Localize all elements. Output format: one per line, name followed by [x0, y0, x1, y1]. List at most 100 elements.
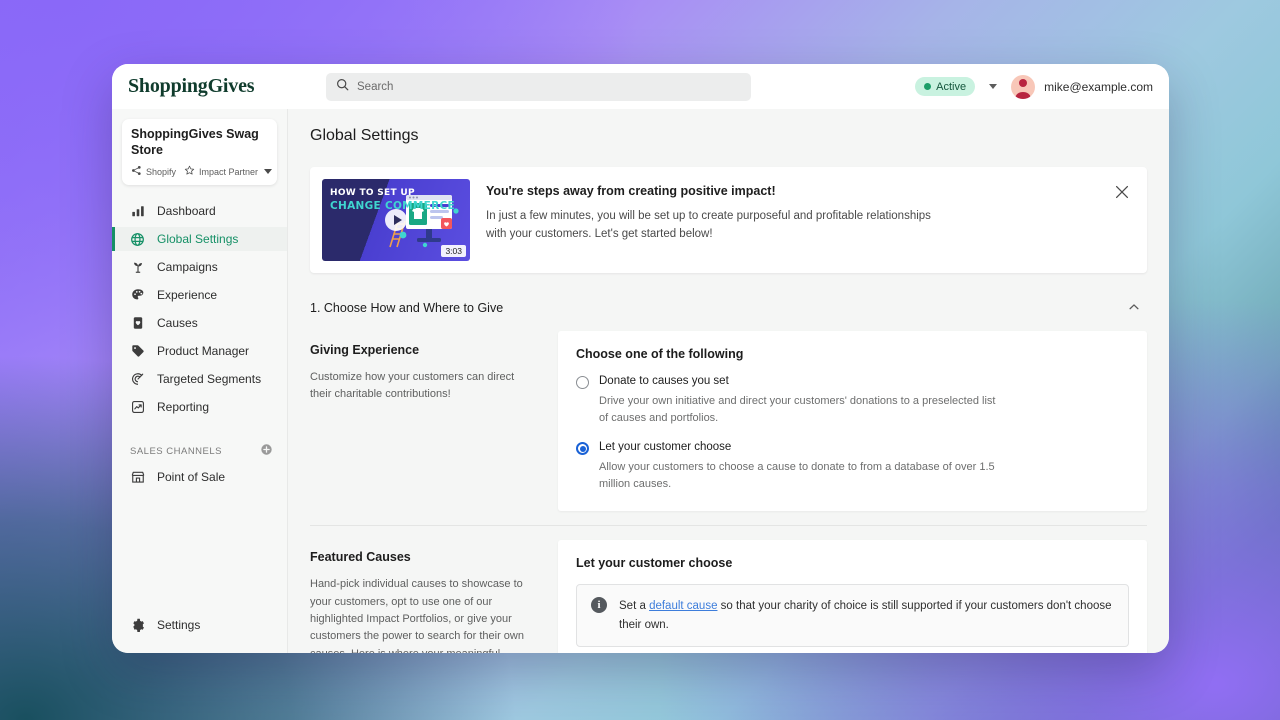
user-email: mike@example.com	[1044, 79, 1153, 94]
customer-choose-title: Let your customer choose	[576, 556, 733, 571]
search-icon	[336, 78, 349, 96]
main-content: Global Settings HOW TO SET UP CHANGE COM…	[288, 109, 1169, 653]
chevron-down-icon[interactable]	[989, 84, 998, 89]
choose-one-title: Choose one of the following	[576, 347, 744, 361]
giving-experience-title: Giving Experience	[310, 343, 420, 357]
featured-causes-title: Featured Causes	[310, 550, 411, 565]
banner-text: You're steps away from creating positive…	[486, 179, 981, 261]
section-1-header[interactable]: 1. Choose How and Where to Give	[310, 285, 1147, 331]
sidebar-item-settings[interactable]: Settings	[112, 613, 287, 637]
sidebar-item-label: Targeted Segments	[157, 372, 262, 387]
info-prefix: Set a	[619, 600, 650, 613]
app-logo[interactable]: ShoppingGives	[120, 75, 320, 98]
sidebar-nav: Dashboard Global Settings Campaigns Expe…	[112, 197, 287, 489]
gear-icon	[130, 618, 145, 633]
sidebar-item-experience[interactable]: Experience	[112, 283, 287, 307]
store-meta: Shopify Impact Partner	[131, 165, 273, 178]
target-icon	[130, 372, 145, 387]
featured-causes-description: Hand-pick individual causes to showcase …	[310, 578, 524, 653]
radio-option-donate-to-causes-you-set[interactable]: Donate to causes you set	[576, 375, 1129, 389]
sidebar-item-label: Global Settings	[157, 232, 239, 247]
sidebar-item-label: Causes	[157, 316, 198, 331]
video-duration: 3:03	[441, 245, 466, 257]
giving-experience-info: Giving Experience Customize how your cus…	[310, 331, 558, 511]
featured-causes-row: Featured Causes Hand-pick individual cau…	[310, 540, 1147, 653]
window-body: ShoppingGives Swag Store Shopify Impact …	[112, 109, 1169, 653]
store-selector-card[interactable]: ShoppingGives Swag Store Shopify Impact …	[122, 119, 277, 186]
sidebar-item-dashboard[interactable]: Dashboard	[112, 199, 287, 223]
giving-experience-description: Customize how your customers can direct …	[310, 371, 515, 401]
giving-experience-row: Giving Experience Customize how your cus…	[310, 331, 1147, 512]
radio-label: Let your customer choose	[599, 441, 732, 454]
main-inner: Global Settings HOW TO SET UP CHANGE COM…	[288, 109, 1169, 653]
onboarding-banner: HOW TO SET UP CHANGE COMMERCE 3:03 You'r…	[310, 167, 1147, 273]
sidebar-item-causes[interactable]: Causes	[112, 311, 287, 335]
status-label: Active	[936, 80, 967, 93]
price-tag-icon	[130, 344, 145, 359]
choose-one-card: Choose one of the following Donate to ca…	[558, 331, 1147, 512]
store-platform-label: Shopify	[146, 166, 177, 177]
app-window: ShoppingGives Active mike@example.com	[112, 64, 1169, 653]
sidebar-item-label: Product Manager	[157, 344, 250, 359]
status-dot-icon	[924, 83, 932, 90]
radio-description: Drive your own initiative and direct you…	[599, 395, 996, 425]
search-input[interactable]	[357, 80, 741, 93]
info-icon: i	[591, 597, 607, 614]
video-thumbnail[interactable]: HOW TO SET UP CHANGE COMMERCE 3:03	[322, 179, 470, 261]
sidebar-item-global-settings[interactable]: Global Settings	[112, 227, 287, 252]
palette-icon	[130, 288, 145, 303]
sidebar-item-targeted-segments[interactable]: Targeted Segments	[112, 367, 287, 391]
sidebar-item-label: Settings	[157, 618, 201, 632]
radio-option-let-your-customer-choose[interactable]: Let your customer choose	[576, 441, 1129, 456]
video-title-line1: HOW TO SET UP	[330, 188, 415, 198]
banner-body: In just a few minutes, you will be set u…	[486, 210, 931, 240]
sidebar-item-label: Dashboard	[157, 204, 216, 219]
chevron-up-icon[interactable]	[1127, 300, 1147, 317]
chevron-down-icon[interactable]	[264, 169, 273, 175]
store-tier: Impact Partner	[184, 165, 273, 178]
page-title: Global Settings	[310, 127, 419, 144]
top-bar: ShoppingGives Active mike@example.com	[112, 64, 1169, 109]
default-cause-info-box: i Set a default cause so that your chari…	[576, 584, 1129, 647]
play-button-icon[interactable]	[385, 209, 407, 231]
star-icon	[184, 165, 195, 178]
default-cause-link[interactable]: default cause	[649, 600, 717, 612]
sidebar: ShoppingGives Swag Store Shopify Impact …	[112, 109, 288, 653]
featured-causes-info: Featured Causes Hand-pick individual cau…	[310, 540, 558, 653]
section-1-title: 1. Choose How and Where to Give	[310, 301, 504, 315]
sprout-icon	[130, 260, 145, 275]
banner-heading: You're steps away from creating positive…	[486, 184, 776, 198]
share-nodes-icon	[131, 165, 142, 178]
add-sales-channel-icon[interactable]	[260, 443, 273, 459]
status-badge[interactable]: Active	[915, 77, 976, 96]
heart-tag-icon	[130, 316, 145, 331]
sales-channels-header: SALES CHANNELS	[112, 441, 287, 461]
sidebar-item-label: Campaigns	[157, 260, 218, 275]
sales-channels-label: SALES CHANNELS	[130, 445, 223, 457]
radio-label: Donate to causes you set	[599, 375, 729, 387]
sidebar-footer: Settings	[112, 613, 287, 653]
close-icon[interactable]	[1113, 183, 1131, 201]
radio-button[interactable]	[576, 442, 589, 456]
search-bar[interactable]	[326, 72, 751, 101]
customer-choose-card: Let your customer choose i Set a default…	[558, 540, 1147, 653]
storefront-icon	[130, 470, 145, 485]
sidebar-item-product-manager[interactable]: Product Manager	[112, 339, 287, 363]
store-platform: Shopify	[131, 165, 176, 178]
avatar	[1011, 74, 1036, 99]
sidebar-item-label: Experience	[157, 288, 218, 303]
radio-description: Allow your customers to choose a cause t…	[599, 461, 995, 491]
sidebar-item-reporting[interactable]: Reporting	[112, 395, 287, 419]
sidebar-item-label: Point of Sale	[157, 470, 226, 485]
sidebar-item-campaigns[interactable]: Campaigns	[112, 255, 287, 279]
trend-report-icon	[130, 400, 145, 415]
sidebar-item-point-of-sale[interactable]: Point of Sale	[112, 465, 287, 489]
globe-icon	[130, 232, 145, 247]
user-menu[interactable]: mike@example.com	[1011, 74, 1153, 99]
default-cause-info-text: Set a default cause so that your charity…	[619, 597, 1114, 634]
radio-button[interactable]	[576, 376, 589, 389]
bar-chart-icon	[130, 204, 145, 219]
sidebar-item-label: Reporting	[157, 400, 210, 415]
top-bar-right: Active mike@example.com	[915, 74, 1153, 99]
